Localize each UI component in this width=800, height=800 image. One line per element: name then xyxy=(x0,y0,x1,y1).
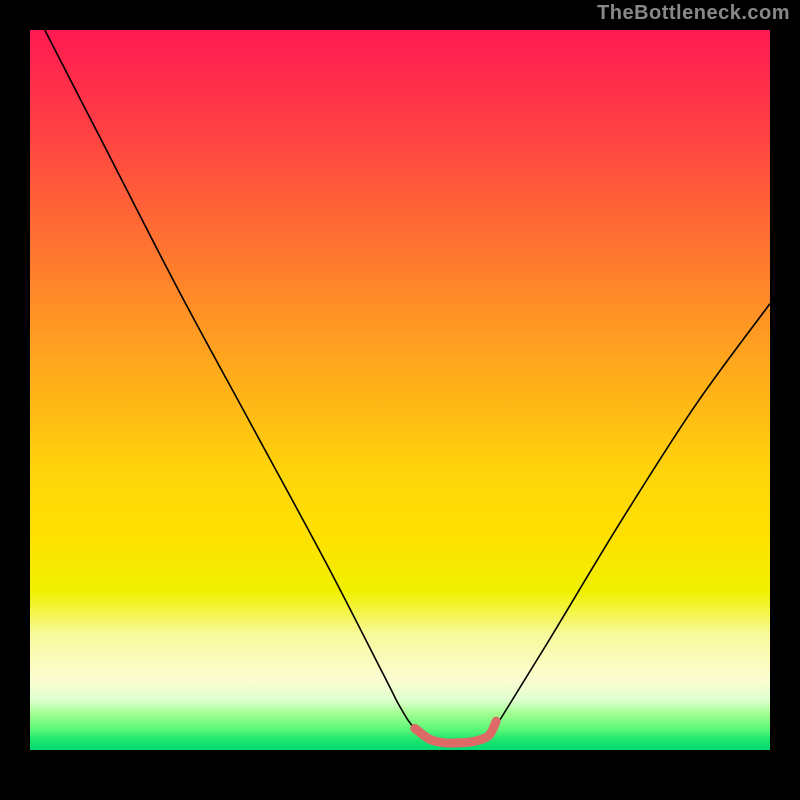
bottleneck-curve xyxy=(45,30,770,744)
watermark-text: TheBottleneck.com xyxy=(597,2,790,25)
optimal-band xyxy=(415,721,496,743)
chart-svg xyxy=(30,30,770,750)
chart-frame: TheBottleneck.com xyxy=(0,0,800,800)
chart-plot-area xyxy=(30,30,770,750)
